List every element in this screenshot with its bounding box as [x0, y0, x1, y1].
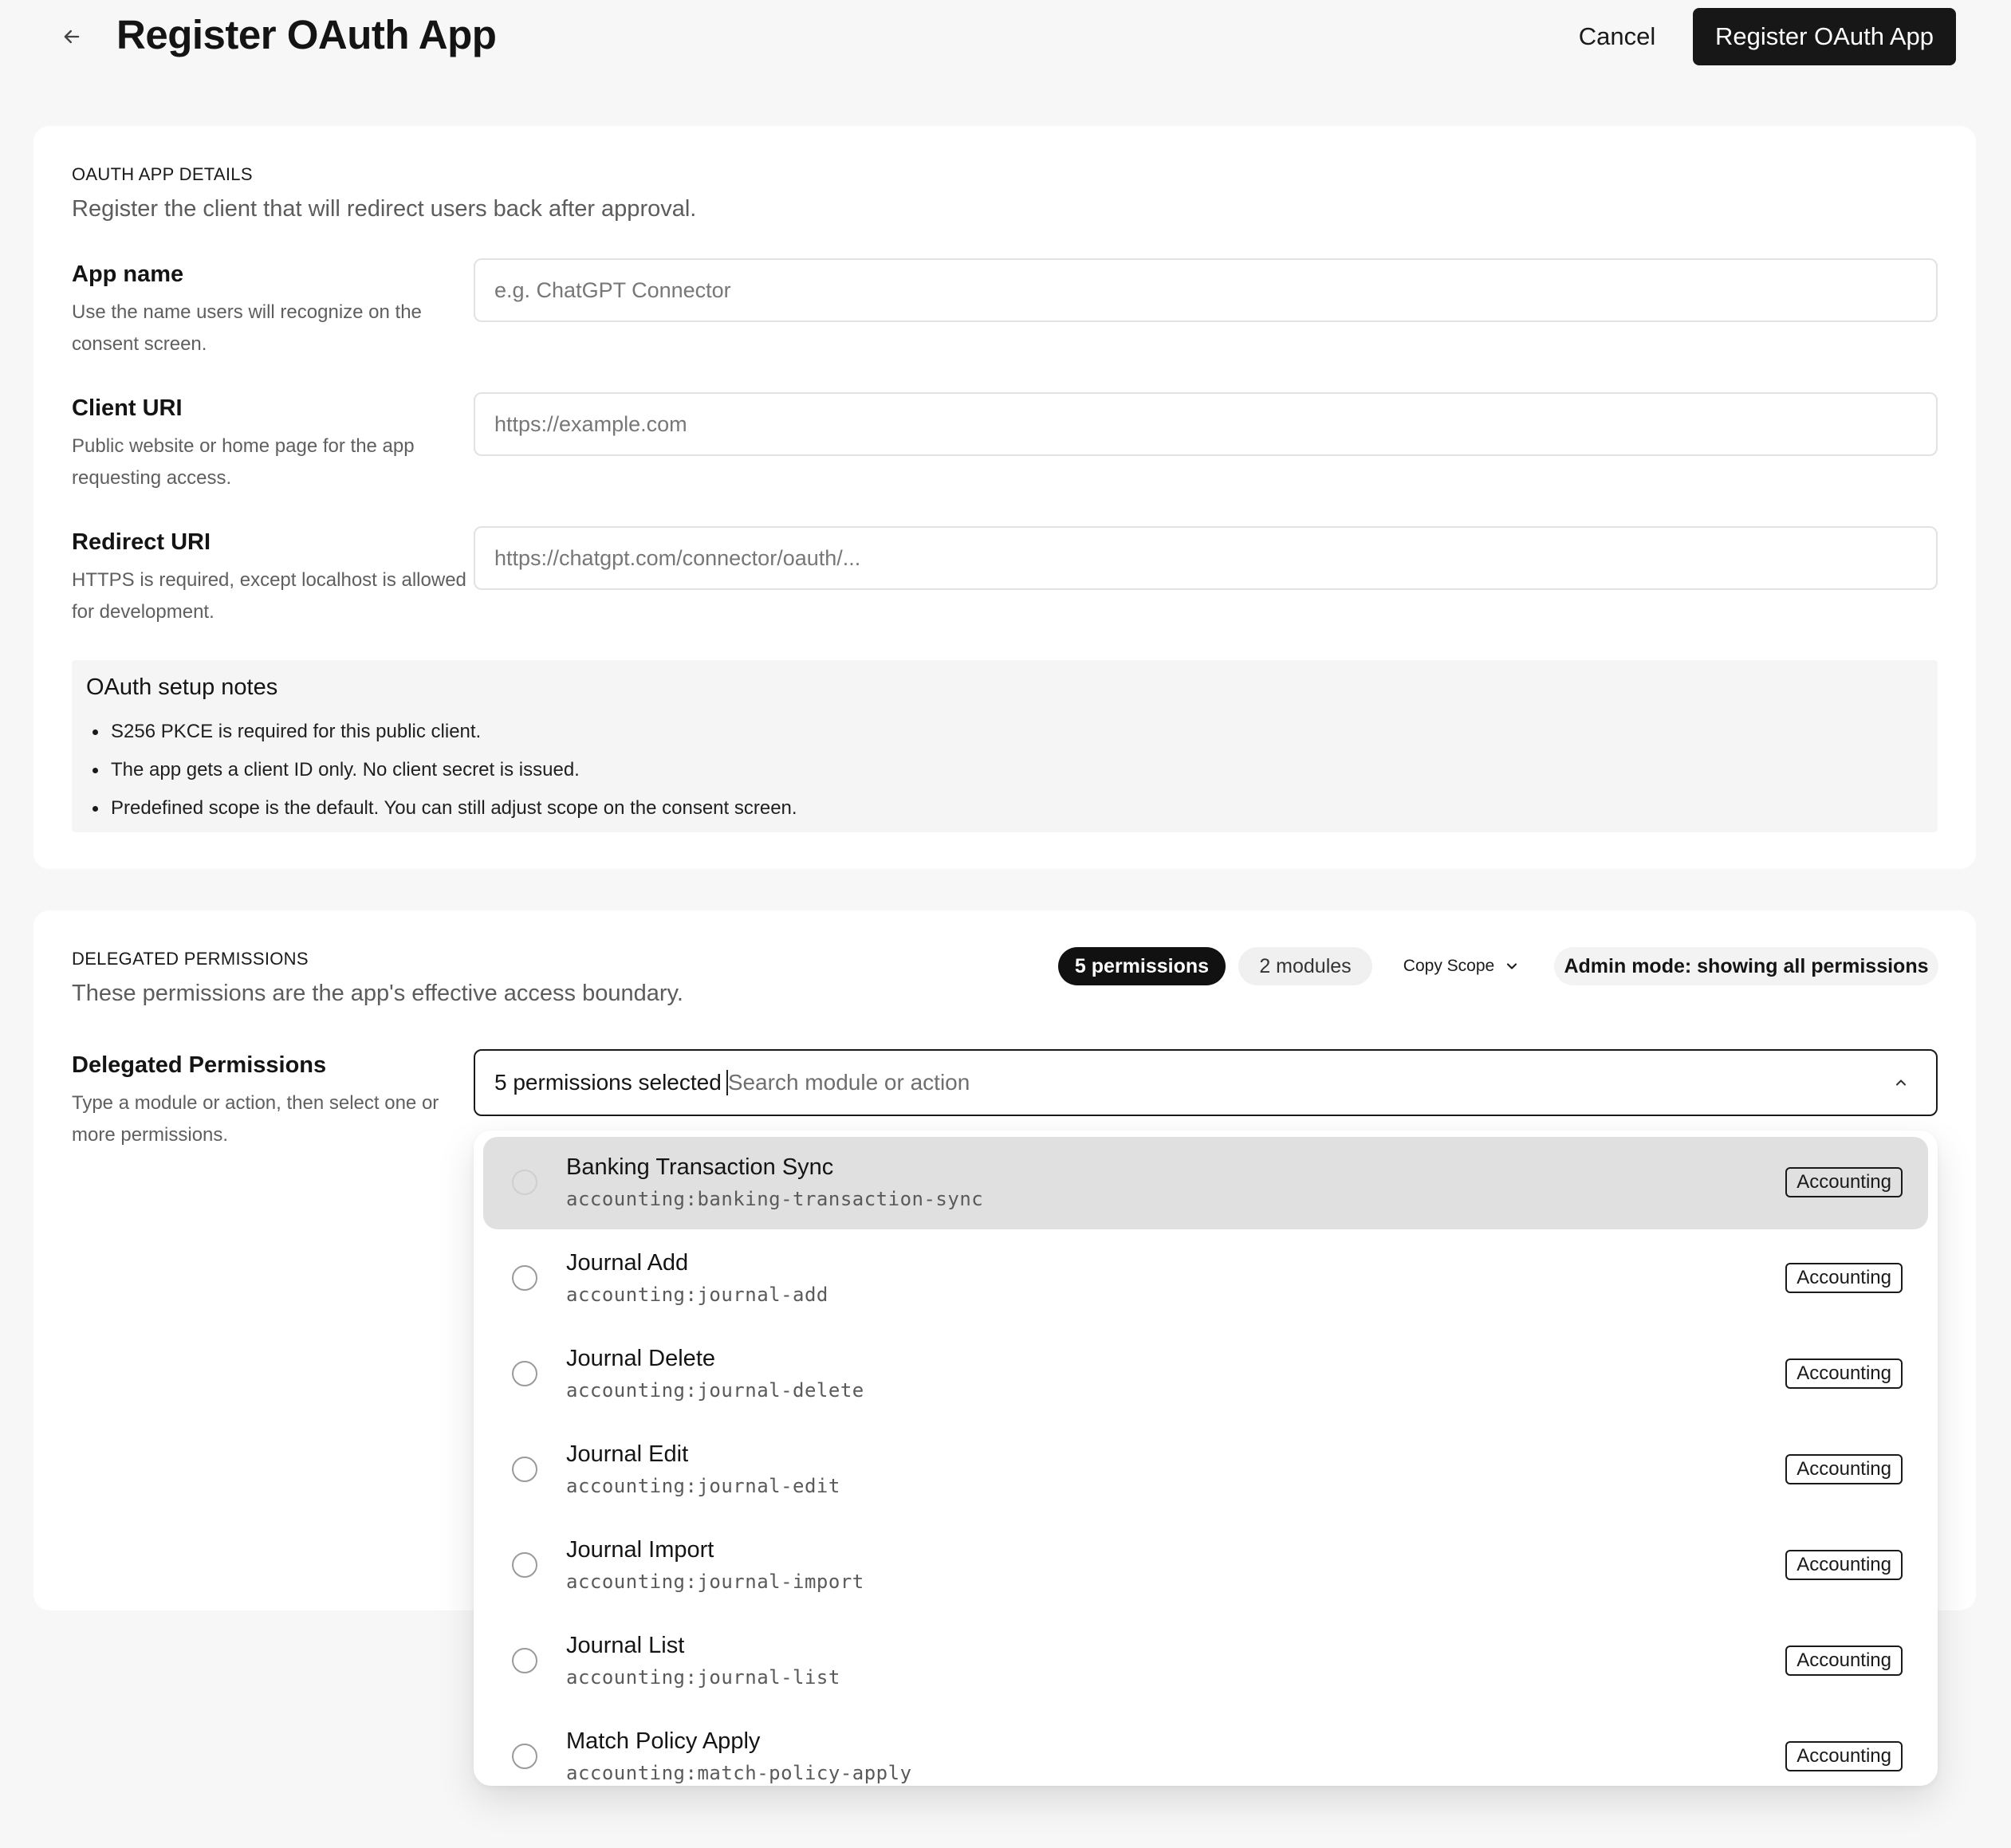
delegated-permissions-help: Type a module or action, then select one…	[72, 1092, 439, 1146]
radio-button[interactable]	[512, 1170, 537, 1195]
radio-button[interactable]	[512, 1552, 537, 1578]
permissions-count-badge: 5 permissions	[1058, 947, 1226, 985]
redirect-uri-input[interactable]	[474, 526, 1938, 590]
permission-option[interactable]: Match Policy Apply accounting:match-poli…	[483, 1711, 1928, 1786]
module-tag: Accounting	[1785, 1550, 1903, 1580]
app-name-label: App name	[72, 261, 184, 287]
arrow-left-icon	[64, 29, 80, 44]
option-title: Journal Add	[566, 1250, 689, 1276]
selected-summary: 5 permissions selected	[494, 1070, 722, 1095]
back-button[interactable]	[54, 19, 89, 54]
option-scope-code: accounting:journal-import	[566, 1571, 864, 1593]
option-title: Journal List	[566, 1633, 685, 1658]
combobox-toggle[interactable]	[1885, 1067, 1917, 1099]
page-title: Register OAuth App	[116, 12, 497, 57]
permission-option[interactable]: Journal Delete accounting:journal-delete…	[483, 1328, 1928, 1421]
admin-mode-badge: Admin mode: showing all permissions	[1554, 947, 1938, 985]
radio-button[interactable]	[512, 1744, 537, 1769]
register-oauth-app-button[interactable]: Register OAuth App	[1693, 8, 1956, 65]
note-item: Predefined scope is the default. You can…	[92, 789, 797, 828]
note-item: The app gets a client ID only. No client…	[92, 751, 797, 789]
note-item: S256 PKCE is required for this public cl…	[92, 713, 797, 751]
permission-option[interactable]: Journal Import accounting:journal-import…	[483, 1520, 1928, 1612]
permission-option[interactable]: Banking Transaction Sync accounting:bank…	[483, 1137, 1928, 1229]
option-scope-code: accounting:journal-edit	[566, 1475, 840, 1497]
module-tag: Accounting	[1785, 1454, 1903, 1484]
module-tag: Accounting	[1785, 1646, 1903, 1676]
redirect-uri-label: Redirect URI	[72, 529, 211, 555]
oauth-app-details-card: OAUTH APP DETAILS Register the client th…	[33, 126, 1976, 869]
bullet-icon	[92, 767, 98, 773]
module-tag: Accounting	[1785, 1358, 1903, 1389]
option-scope-code: accounting:journal-list	[566, 1666, 840, 1689]
permissions-dropdown: Banking Transaction Sync accounting:bank…	[474, 1130, 1938, 1786]
oauth-setup-notes: OAuth setup notes S256 PKCE is required …	[72, 660, 1938, 832]
radio-button[interactable]	[512, 1361, 537, 1386]
option-title: Journal Import	[566, 1537, 714, 1563]
note-text: The app gets a client ID only. No client…	[111, 759, 580, 780]
client-uri-label: Client URI	[72, 395, 183, 421]
radio-button[interactable]	[512, 1648, 537, 1673]
section-description: These permissions are the app's effectiv…	[72, 981, 683, 1006]
option-scope-code: accounting:journal-delete	[566, 1379, 864, 1402]
option-title: Banking Transaction Sync	[566, 1154, 834, 1180]
note-text: S256 PKCE is required for this public cl…	[111, 721, 482, 742]
app-name-help: Use the name users will recognize on the…	[72, 301, 422, 355]
notes-list: S256 PKCE is required for this public cl…	[92, 713, 797, 828]
copy-scope-button[interactable]: Copy Scope	[1386, 947, 1537, 985]
copy-scope-label: Copy Scope	[1403, 957, 1495, 975]
modules-count-badge: 2 modules	[1238, 947, 1372, 985]
bullet-icon	[92, 729, 98, 735]
chevron-down-icon	[1507, 963, 1517, 969]
option-title: Journal Edit	[566, 1441, 689, 1467]
radio-button[interactable]	[512, 1265, 537, 1291]
module-tag: Accounting	[1785, 1167, 1903, 1197]
option-scope-code: accounting:match-policy-apply	[566, 1762, 912, 1784]
page-header: Register OAuth App Cancel Register OAuth…	[0, 0, 2011, 73]
permissions-search-input[interactable]	[727, 1070, 1885, 1095]
bullet-icon	[92, 805, 98, 812]
permissions-combobox[interactable]: 5 permissions selected	[474, 1049, 1938, 1116]
radio-button[interactable]	[512, 1457, 537, 1482]
cancel-button[interactable]: Cancel	[1556, 10, 1678, 64]
redirect-uri-help: HTTPS is required, except localhost is a…	[72, 569, 466, 623]
section-description: Register the client that will redirect u…	[72, 196, 697, 222]
notes-title: OAuth setup notes	[86, 674, 278, 700]
client-uri-input[interactable]	[474, 392, 1938, 456]
option-title: Match Policy Apply	[566, 1728, 761, 1754]
module-tag: Accounting	[1785, 1741, 1903, 1771]
option-scope-code: accounting:banking-transaction-sync	[566, 1188, 984, 1210]
note-text: Predefined scope is the default. You can…	[111, 797, 797, 819]
permission-option[interactable]: Journal Edit accounting:journal-edit Acc…	[483, 1424, 1928, 1516]
app-name-input[interactable]	[474, 258, 1938, 322]
permission-option[interactable]: Journal Add accounting:journal-add Accou…	[483, 1233, 1928, 1325]
delegated-permissions-label: Delegated Permissions	[72, 1052, 327, 1078]
option-title: Journal Delete	[566, 1346, 715, 1371]
section-label: DELEGATED PERMISSIONS	[72, 949, 309, 969]
section-label: OAUTH APP DETAILS	[72, 164, 253, 184]
chevron-up-icon	[1895, 1079, 1907, 1086]
module-tag: Accounting	[1785, 1263, 1903, 1293]
permission-option[interactable]: Journal List accounting:journal-list Acc…	[483, 1615, 1928, 1708]
client-uri-help: Public website or home page for the app …	[72, 435, 415, 489]
option-scope-code: accounting:journal-add	[566, 1284, 828, 1306]
